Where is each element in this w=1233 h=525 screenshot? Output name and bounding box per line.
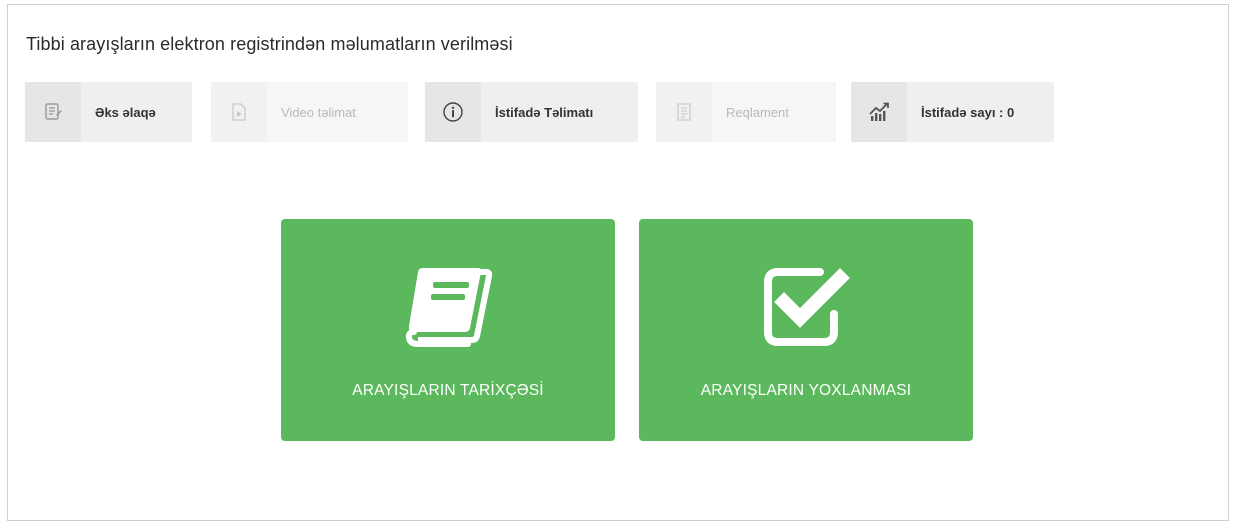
stats-chart-icon	[851, 82, 907, 142]
feedback-button[interactable]: Əks əlaqə	[25, 82, 192, 142]
page-title: Tibbi arayışların elektron registrindən …	[26, 34, 513, 54]
user-guide-button[interactable]: İstifadə Təlimatı	[425, 82, 638, 142]
request-verification-label: ARAYIŞLARIN YOXLANMASI	[700, 382, 912, 399]
document-icon	[656, 82, 712, 142]
feedback-label: Əks əlaqə	[95, 104, 156, 120]
video-tutorial-button[interactable]: Video təlimat	[211, 82, 408, 142]
user-guide-label: İstifadə Təlimatı	[495, 104, 594, 120]
usage-count: İstifadə sayı : 0	[851, 82, 1054, 142]
regulation-label: Reqlament	[726, 104, 789, 120]
feedback-icon	[25, 82, 81, 142]
request-verification-card[interactable]: ARAYIŞLARIN YOXLANMASI	[639, 219, 973, 441]
request-history-card[interactable]: ARAYIŞLARIN TARİXÇƏSİ	[281, 219, 615, 441]
book-icon	[281, 264, 615, 348]
usage-count-label: İstifadə sayı : 0	[921, 104, 1015, 120]
checkbox-icon	[639, 264, 973, 348]
info-icon	[425, 82, 481, 142]
main-panel: Tibbi arayışların elektron registrindən …	[7, 4, 1229, 521]
video-icon	[211, 82, 267, 142]
video-tutorial-label: Video təlimat	[281, 104, 356, 120]
request-history-label: ARAYIŞLARIN TARİXÇƏSİ	[352, 382, 544, 399]
regulation-button[interactable]: Reqlament	[656, 82, 836, 142]
